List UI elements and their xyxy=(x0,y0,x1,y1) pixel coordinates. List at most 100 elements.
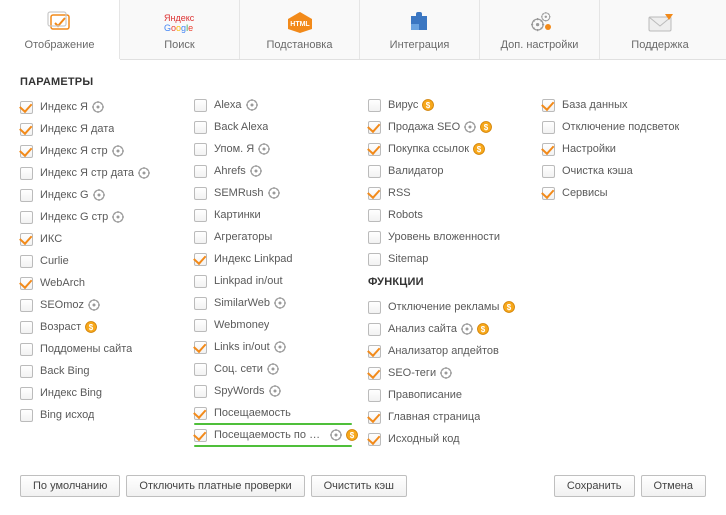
option-row[interactable]: Ahrefs xyxy=(194,160,358,182)
gear-icon[interactable] xyxy=(440,367,452,379)
checkbox[interactable] xyxy=(368,411,381,424)
tab-integ[interactable]: Интеграция xyxy=(360,0,480,59)
checkbox[interactable] xyxy=(20,211,33,224)
option-row[interactable]: Посещаемость xyxy=(194,402,358,424)
gear-icon[interactable] xyxy=(92,101,104,113)
option-row[interactable]: Back Alexa xyxy=(194,116,358,138)
option-row[interactable]: Продажа SEO xyxy=(368,116,532,138)
option-row[interactable]: Анализ сайта xyxy=(368,318,532,340)
checkbox[interactable] xyxy=(20,409,33,422)
checkbox[interactable] xyxy=(20,145,33,158)
checkbox[interactable] xyxy=(194,297,207,310)
checkbox[interactable] xyxy=(20,189,33,202)
defaults-button[interactable]: По умолчанию xyxy=(20,475,120,497)
option-row[interactable]: Отключение рекламы xyxy=(368,296,532,318)
tab-subst[interactable]: HTMLПодстановка xyxy=(240,0,360,59)
option-row[interactable]: SpyWords xyxy=(194,380,358,402)
gear-icon[interactable] xyxy=(258,143,270,155)
option-row[interactable]: Curlie xyxy=(20,250,184,272)
checkbox[interactable] xyxy=(194,275,207,288)
gear-icon[interactable] xyxy=(274,297,286,309)
checkbox[interactable] xyxy=(194,407,207,420)
option-row[interactable]: Links in/out xyxy=(194,336,358,358)
checkbox[interactable] xyxy=(368,99,381,112)
checkbox[interactable] xyxy=(542,99,555,112)
option-row[interactable]: Анализатор апдейтов xyxy=(368,340,532,362)
checkbox[interactable] xyxy=(542,143,555,156)
checkbox[interactable] xyxy=(194,253,207,266)
gear-icon[interactable] xyxy=(461,323,473,335)
cancel-button[interactable]: Отмена xyxy=(641,475,706,497)
option-row[interactable]: Alexa xyxy=(194,94,358,116)
option-row[interactable]: SEMRush xyxy=(194,182,358,204)
checkbox[interactable] xyxy=(194,187,207,200)
checkbox[interactable] xyxy=(368,143,381,156)
option-row[interactable]: Sitemap xyxy=(368,248,532,270)
checkbox[interactable] xyxy=(20,365,33,378)
checkbox[interactable] xyxy=(542,187,555,200)
option-row[interactable]: Исходный код xyxy=(368,428,532,450)
option-row[interactable]: Webmoney xyxy=(194,314,358,336)
checkbox[interactable] xyxy=(194,385,207,398)
checkbox[interactable] xyxy=(20,167,33,180)
checkbox[interactable] xyxy=(368,231,381,244)
option-row[interactable]: ИКС xyxy=(20,228,184,250)
gear-icon[interactable] xyxy=(88,299,100,311)
option-row[interactable]: Соц. сети xyxy=(194,358,358,380)
option-row[interactable]: База данных xyxy=(542,94,706,116)
checkbox[interactable] xyxy=(368,433,381,446)
checkbox[interactable] xyxy=(20,343,33,356)
option-row[interactable]: Индекс Я стр дата xyxy=(20,162,184,184)
checkbox[interactable] xyxy=(368,323,381,336)
checkbox[interactable] xyxy=(194,429,207,442)
gear-icon[interactable] xyxy=(246,99,258,111)
checkbox[interactable] xyxy=(368,121,381,134)
checkbox[interactable] xyxy=(20,101,33,114)
option-row[interactable]: Очистка кэша xyxy=(542,160,706,182)
option-row[interactable]: Robots xyxy=(368,204,532,226)
option-row[interactable]: Индекс G xyxy=(20,184,184,206)
gear-icon[interactable] xyxy=(330,429,342,441)
option-row[interactable]: SimilarWeb xyxy=(194,292,358,314)
option-row[interactable]: Индекс Bing xyxy=(20,382,184,404)
option-row[interactable]: Индекс Я xyxy=(20,96,184,118)
checkbox[interactable] xyxy=(194,165,207,178)
tab-extra[interactable]: Доп. настройки xyxy=(480,0,600,59)
option-row[interactable]: Агрегаторы xyxy=(194,226,358,248)
option-row[interactable]: SEO-теги xyxy=(368,362,532,384)
checkbox[interactable] xyxy=(368,389,381,402)
checkbox[interactable] xyxy=(20,277,33,290)
checkbox[interactable] xyxy=(542,121,555,134)
option-row[interactable]: Вирус xyxy=(368,94,532,116)
tab-search[interactable]: ЯндексGoogleПоиск xyxy=(120,0,240,59)
checkbox[interactable] xyxy=(368,301,381,314)
gear-icon[interactable] xyxy=(267,363,279,375)
checkbox[interactable] xyxy=(20,123,33,136)
checkbox[interactable] xyxy=(368,165,381,178)
option-row[interactable]: Главная страница xyxy=(368,406,532,428)
gear-icon[interactable] xyxy=(112,145,124,157)
checkbox[interactable] xyxy=(194,341,207,354)
option-row[interactable]: Bing исход xyxy=(20,404,184,426)
checkbox[interactable] xyxy=(368,345,381,358)
checkbox[interactable] xyxy=(194,99,207,112)
disable-paid-button[interactable]: Отключить платные проверки xyxy=(126,475,304,497)
option-row[interactable]: Индекс Linkpad xyxy=(194,248,358,270)
checkbox[interactable] xyxy=(20,255,33,268)
gear-icon[interactable] xyxy=(464,121,476,133)
checkbox[interactable] xyxy=(194,121,207,134)
gear-icon[interactable] xyxy=(250,165,262,177)
option-row[interactable]: Поддомены сайта xyxy=(20,338,184,360)
clear-cache-button[interactable]: Очистить кэш xyxy=(311,475,407,497)
checkbox[interactable] xyxy=(20,387,33,400)
option-row[interactable]: Посещаемость по RDS xyxy=(194,424,358,446)
checkbox[interactable] xyxy=(368,253,381,266)
option-row[interactable]: Индекс G стр xyxy=(20,206,184,228)
option-row[interactable]: Индекс Я стр xyxy=(20,140,184,162)
checkbox[interactable] xyxy=(194,319,207,332)
gear-icon[interactable] xyxy=(269,385,281,397)
option-row[interactable]: Возраст xyxy=(20,316,184,338)
gear-icon[interactable] xyxy=(93,189,105,201)
tab-support[interactable]: Поддержка xyxy=(600,0,720,59)
option-row[interactable]: Уровень вложенности xyxy=(368,226,532,248)
